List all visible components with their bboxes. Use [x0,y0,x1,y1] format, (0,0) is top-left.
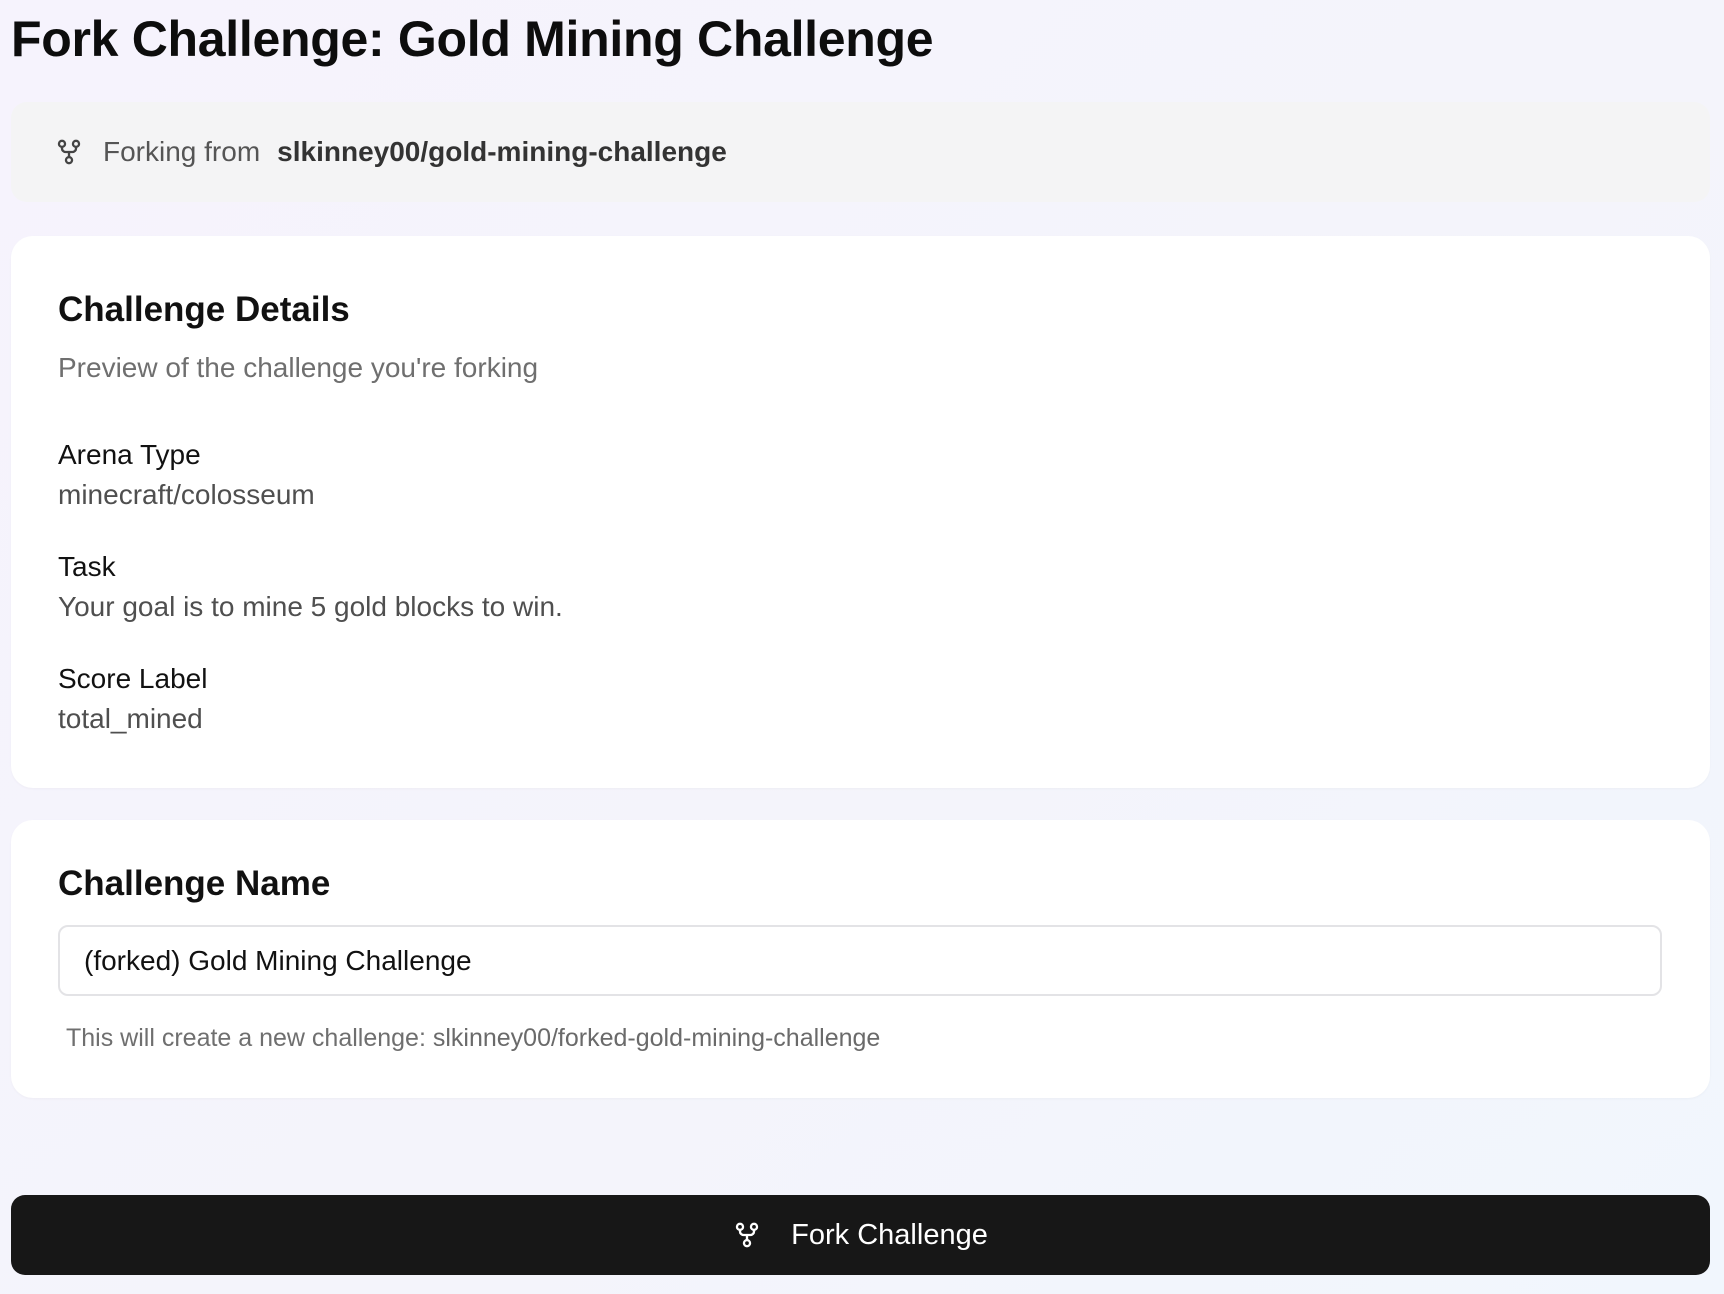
git-fork-icon [55,137,83,167]
challenge-details-card: Challenge Details Preview of the challen… [11,236,1710,788]
challenge-details-subtitle: Preview of the challenge you're forking [58,352,539,383]
fork-challenge-button-label: Fork Challenge [791,1218,988,1251]
fork-source-label: Forking from [103,136,261,167]
challenge-name-input[interactable] [58,925,1662,996]
helper-prefix: This will create a new challenge: [66,1024,426,1052]
git-fork-icon [733,1220,761,1250]
helper-slug: slkinney00/forked-gold-mining-challenge [432,1024,881,1052]
task-value: Your goal is to mine 5 gold blocks to wi… [58,591,563,622]
fork-source-banner: Forking from slkinney00/gold-mining-chal… [11,102,1710,202]
score-label-label: Score Label [58,663,208,694]
challenge-name-title: Challenge Name [58,864,331,903]
fork-source-repo: slkinney00/gold-mining-challenge [277,136,727,167]
score-label-value: total_mined [58,703,203,734]
arena-type-label: Arena Type [58,439,201,470]
arena-type-value: minecraft/colosseum [58,479,315,510]
new-challenge-helper-text: This will create a new challenge: slkinn… [66,1024,880,1053]
task-label: Task [58,551,116,582]
fork-challenge-button[interactable]: Fork Challenge [11,1195,1710,1275]
fork-challenge-page: Fork Challenge: Gold Mining Challenge Fo… [0,0,1724,1294]
page-title: Fork Challenge: Gold Mining Challenge [11,11,934,67]
challenge-name-card: Challenge Name This will create a new ch… [11,820,1710,1098]
challenge-details-title: Challenge Details [58,290,350,329]
